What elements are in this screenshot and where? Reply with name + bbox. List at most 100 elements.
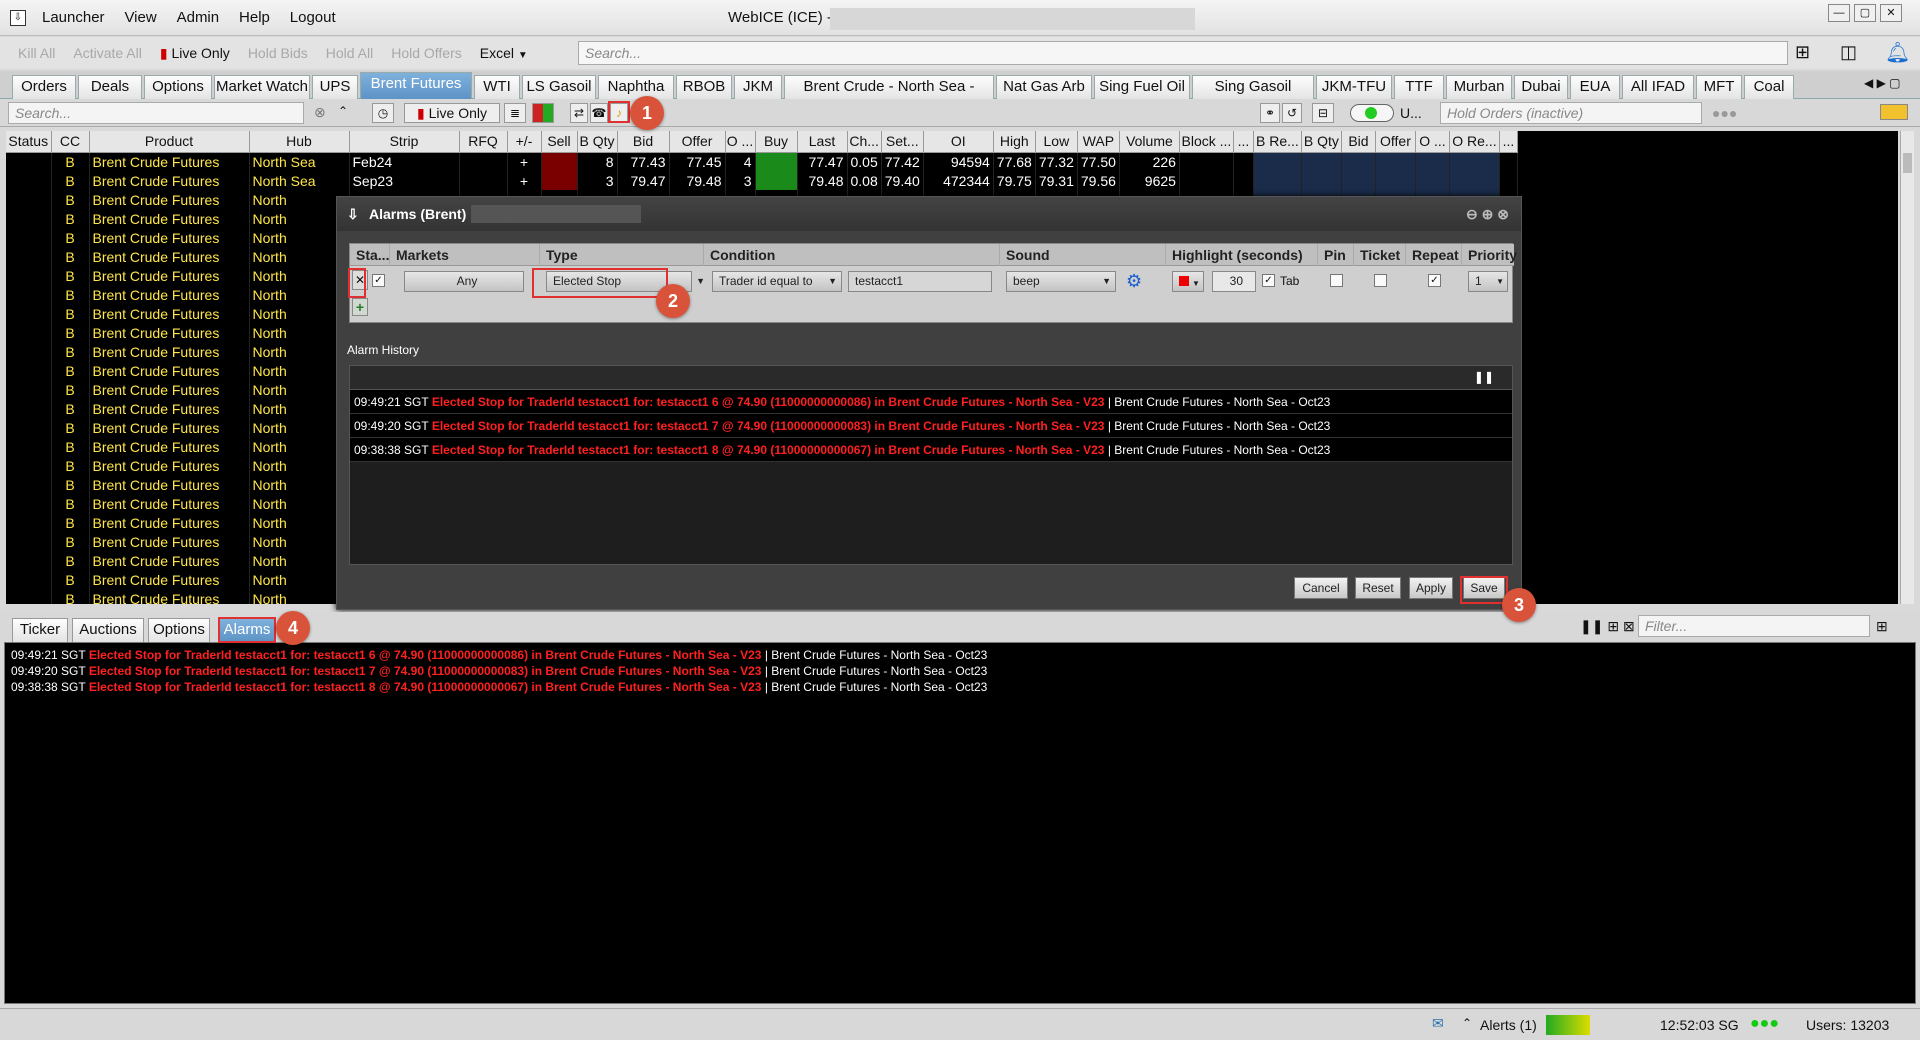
col-header[interactable]: WAP <box>1077 131 1120 153</box>
grid-cell[interactable] <box>1449 171 1500 190</box>
grid-cell[interactable]: North Sea <box>249 152 350 171</box>
grid-cell[interactable]: North <box>249 323 350 342</box>
grid-cell[interactable]: 8 <box>577 152 618 171</box>
condition-value-input[interactable]: testacct1 <box>848 271 992 292</box>
grid-cell[interactable]: B <box>51 171 90 190</box>
grid-cell[interactable]: 77.68 <box>993 152 1036 171</box>
grid-cell[interactable]: North <box>249 494 350 513</box>
grid-cell[interactable] <box>1253 152 1302 171</box>
grid-cell[interactable]: 472344 <box>923 171 994 190</box>
tab-ls-gasoil[interactable]: LS Gasoil <box>522 75 596 99</box>
grid-cell[interactable]: Brent Crude Futures <box>89 570 250 589</box>
tab-orders[interactable]: Orders <box>12 75 76 99</box>
grid-cell[interactable] <box>459 152 508 171</box>
live-only-toggle[interactable]: ▮ Live Only <box>160 45 230 62</box>
grid-cell[interactable]: B <box>51 304 90 323</box>
col-header[interactable]: Last <box>797 131 848 153</box>
col-header[interactable]: Ch... <box>847 131 882 153</box>
tab-options[interactable]: Options <box>148 618 210 642</box>
grid-cell[interactable]: 77.50 <box>1077 152 1120 171</box>
grid-cell[interactable] <box>6 228 52 247</box>
grid-cell[interactable]: Brent Crude Futures <box>89 285 250 304</box>
grid-cell[interactable] <box>1415 171 1450 190</box>
grid-cell[interactable]: North <box>249 589 350 604</box>
grid-cell[interactable] <box>6 190 52 209</box>
table-row[interactable]: B Brent Crude Futures North Sea Sep23 +3 79.4… <box>6 171 1518 190</box>
collapse-icon[interactable]: ⌃ <box>338 104 348 118</box>
grid-cell[interactable]: Brent Crude Futures <box>89 475 250 494</box>
tab-market-watch[interactable]: Market Watch <box>214 75 310 99</box>
grid-cell[interactable]: 79.56 <box>1077 171 1120 190</box>
grid-cell[interactable] <box>755 152 798 171</box>
grid-cell[interactable] <box>6 304 52 323</box>
grid-cell[interactable]: B <box>51 361 90 380</box>
link-icon[interactable]: ⚭ <box>1260 103 1280 123</box>
grid-cell[interactable]: Brent Crude Futures <box>89 266 250 285</box>
tab-options[interactable]: Options <box>144 75 212 99</box>
grid-cell[interactable] <box>6 361 52 380</box>
bell-icon[interactable]: 🔔︎ <box>1885 40 1910 65</box>
grid-cell[interactable] <box>1301 171 1342 190</box>
grid-cell[interactable]: 79.31 <box>1035 171 1078 190</box>
gear-icon[interactable]: ⚙ <box>1126 271 1142 292</box>
grid-search-input[interactable]: Search... <box>8 102 304 124</box>
grid-cell[interactable]: + <box>507 171 542 190</box>
grid-cell[interactable]: B <box>51 380 90 399</box>
grid-cell[interactable]: B <box>51 532 90 551</box>
add-rule-button[interactable]: + <box>352 298 368 316</box>
grid-cell[interactable]: B <box>51 551 90 570</box>
grid-cell[interactable]: 77.42 <box>881 152 924 171</box>
toggle-switch[interactable] <box>1350 104 1394 122</box>
grid-cell[interactable]: North <box>249 456 350 475</box>
col-header[interactable]: RFQ <box>459 131 508 153</box>
grid-cell[interactable] <box>6 266 52 285</box>
grid-cell[interactable]: Brent Crude Futures <box>89 418 250 437</box>
grid-cell[interactable] <box>6 380 52 399</box>
col-header[interactable]: Volume <box>1119 131 1180 153</box>
grid-cell[interactable]: 79.48 <box>669 171 726 190</box>
grid-cell[interactable] <box>755 171 798 190</box>
grid-cell[interactable] <box>6 152 52 171</box>
grid-cell[interactable]: B <box>51 456 90 475</box>
flag-icon[interactable] <box>1880 104 1908 120</box>
collapse-icon[interactable]: ⌃ <box>1462 1016 1472 1030</box>
phone-icon[interactable]: ☎ <box>590 103 608 123</box>
tab-dubai[interactable]: Dubai <box>1514 75 1568 99</box>
list-item[interactable]: 09:38:38 SGT Elected Stop for TraderId t… <box>5 679 1915 695</box>
grid-cell[interactable]: 4 <box>725 152 756 171</box>
grid-cell[interactable]: Feb24 <box>349 152 460 171</box>
grid-cell[interactable]: North <box>249 190 350 209</box>
col-header[interactable]: O ... <box>1415 131 1450 153</box>
grid-cell[interactable]: North <box>249 361 350 380</box>
alerts-label[interactable]: Alerts (1) <box>1480 1017 1537 1033</box>
col-header[interactable]: Low <box>1035 131 1078 153</box>
tab-brent-crude-north-sea-matrix[interactable]: Brent Crude - North Sea - Matrix <box>784 75 994 117</box>
grid-cell[interactable] <box>6 570 52 589</box>
grid-cell[interactable]: North Sea <box>249 171 350 190</box>
cancel-button[interactable]: Cancel <box>1294 577 1348 599</box>
tab-wti[interactable]: WTI <box>474 75 520 99</box>
tab-ttf[interactable]: TTF <box>1394 75 1444 99</box>
col-header[interactable]: Strip <box>349 131 460 153</box>
grid-cell[interactable]: 79.48 <box>797 171 848 190</box>
tab-auctions[interactable]: Auctions <box>72 618 144 642</box>
grid-cell[interactable]: North <box>249 570 350 589</box>
markets-combo[interactable]: Any <box>404 271 524 292</box>
grid-cell[interactable]: Brent Crude Futures <box>89 171 250 190</box>
grid-cell[interactable] <box>1375 171 1416 190</box>
colors-icon[interactable] <box>532 103 554 123</box>
grid-cell[interactable]: Brent Crude Futures <box>89 532 250 551</box>
grid-cell[interactable]: Brent Crude Futures <box>89 361 250 380</box>
dialog-controls[interactable]: ⊖ ⊕ ⊗ <box>1466 197 1509 231</box>
activate-all-button[interactable]: Activate All <box>73 45 141 61</box>
col-header[interactable]: CC <box>51 131 90 153</box>
grid-cell[interactable] <box>6 532 52 551</box>
grid-cell[interactable]: B <box>51 589 90 604</box>
grid-cell[interactable] <box>6 285 52 304</box>
pause-icon[interactable]: ❚❚ <box>1474 370 1494 384</box>
grid-cell[interactable] <box>1499 171 1518 190</box>
grid-cell[interactable]: B <box>51 209 90 228</box>
col-header[interactable]: O ... <box>725 131 756 153</box>
grid-cell[interactable]: North <box>249 209 350 228</box>
col-header[interactable]: Buy <box>755 131 798 153</box>
